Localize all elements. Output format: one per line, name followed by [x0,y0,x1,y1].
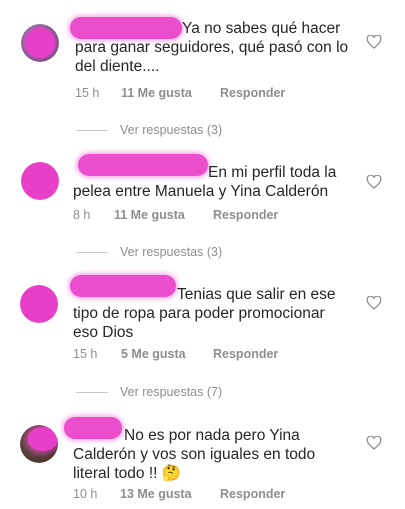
avatar-redaction [20,285,58,323]
comment-time: 15 h [75,86,100,100]
reply-button[interactable]: Responder [213,346,278,362]
avatar-redaction [21,162,59,200]
comment-text: pelea entre Manuela y Yina Calderón [73,183,329,200]
reply-button[interactable]: Responder [213,207,278,223]
comment-text-line1: No es por nada pero Yina [124,427,300,444]
view-replies-label[interactable]: Ver respuestas (3) [120,244,222,260]
avatar[interactable] [21,162,59,200]
avatar-redaction [28,427,58,451]
reply-button[interactable]: Responder [220,486,285,502]
comment-time: 15 h [73,347,98,361]
comment-text-line1: Tenias que salir en ese [177,286,336,303]
like-count-button[interactable]: 5 Me gusta [121,346,186,362]
username-redaction [78,154,208,176]
avatar-redaction [25,28,55,58]
comment-time: 10 h [73,487,98,501]
avatar[interactable] [21,24,59,62]
view-replies-2[interactable]: Ver respuestas (3) [0,244,405,260]
replies-divider [76,392,108,393]
view-replies-3[interactable]: Ver respuestas (7) [0,384,405,400]
reply-button[interactable]: Responder [220,85,285,101]
comment-meta: 15 h 11 Me gusta Responder [75,85,355,101]
comment-meta: 8 h 11 Me gusta Responder [73,207,353,223]
comment-text: Calderón y vos son iguales en todo liter… [73,446,316,482]
username-redaction [70,17,182,39]
comment-text: para ganar seguidores, qué pasó con lo d… [75,39,349,75]
like-count-button[interactable]: 11 Me gusta [121,85,192,101]
replies-divider [76,252,108,253]
comment-text-line1: En mi perfil toda la [208,164,337,181]
heart-icon[interactable] [366,436,382,450]
username-redaction [70,275,176,297]
avatar[interactable] [20,285,58,323]
view-replies-label[interactable]: Ver respuestas (7) [120,384,222,400]
like-count-button[interactable]: 11 Me gusta [114,207,185,223]
heart-icon[interactable] [366,35,382,49]
heart-icon[interactable] [366,175,382,189]
avatar[interactable] [20,425,58,463]
like-count-button[interactable]: 13 Me gusta [120,486,192,502]
comment-meta: 15 h 5 Me gusta Responder [73,346,353,362]
comment-time: 8 h [73,208,91,222]
comment-meta: 10 h 13 Me gusta Responder [73,486,363,502]
username-redaction [64,417,122,439]
view-replies-1[interactable]: Ver respuestas (3) [0,122,405,138]
view-replies-label[interactable]: Ver respuestas (3) [120,122,222,138]
comment-text: tipo de ropa para poder promocionar eso … [73,305,325,341]
replies-divider [76,130,108,131]
comment-text-line1: Ya no sabes qué hacer [182,20,341,37]
heart-icon[interactable] [366,296,382,310]
